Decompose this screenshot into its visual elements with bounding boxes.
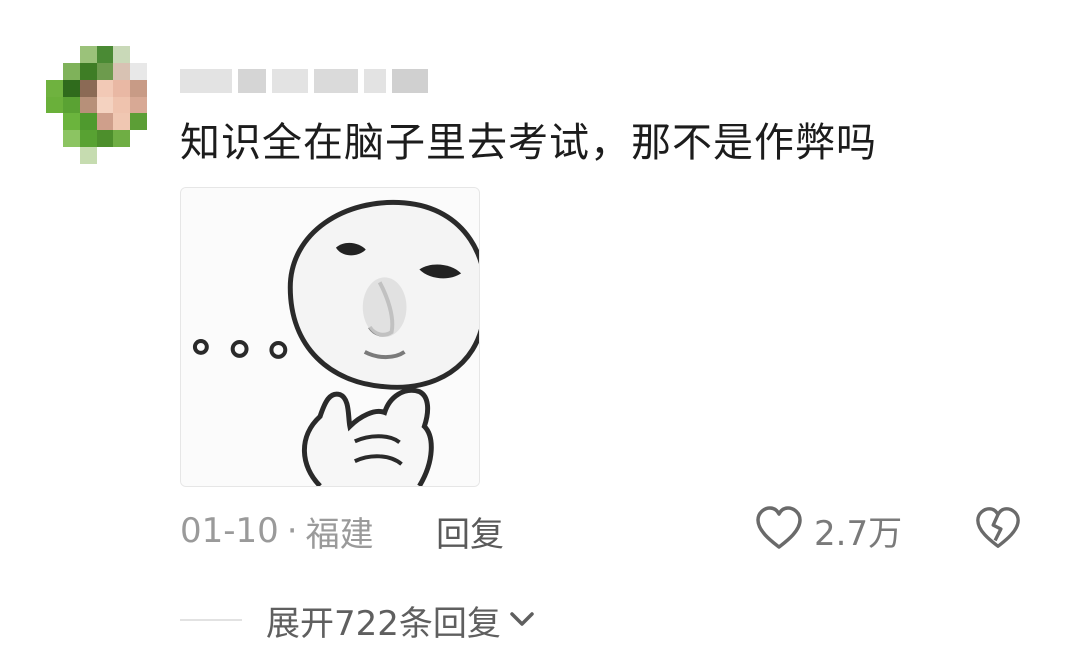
comment-meta: 01-10 · 福建: [180, 508, 374, 555]
heart-outline-icon: [754, 505, 804, 555]
comment-date: 01-10: [180, 511, 279, 551]
expand-replies-button[interactable]: 展开722条回复: [266, 596, 537, 645]
comment-text: 知识全在脑子里去考试，那不是作弊吗: [180, 120, 877, 166]
like-button[interactable]: 2.7万: [754, 505, 902, 555]
dislike-button[interactable]: [974, 505, 1024, 555]
meta-separator: ·: [286, 511, 298, 551]
like-count: 2.7万: [814, 513, 903, 554]
comment-location: 福建: [305, 514, 374, 555]
expand-replies-label: 展开722条回复: [266, 603, 501, 644]
avatar[interactable]: [46, 46, 164, 164]
sticker-image[interactable]: [180, 187, 480, 487]
divider-line: [180, 619, 242, 621]
broken-heart-icon: [974, 505, 1022, 555]
chevron-down-icon: [507, 600, 537, 640]
username-blurred[interactable]: [180, 64, 428, 98]
reply-button[interactable]: 回复: [436, 508, 504, 555]
expand-replies-row: 展开722条回复: [180, 596, 537, 644]
